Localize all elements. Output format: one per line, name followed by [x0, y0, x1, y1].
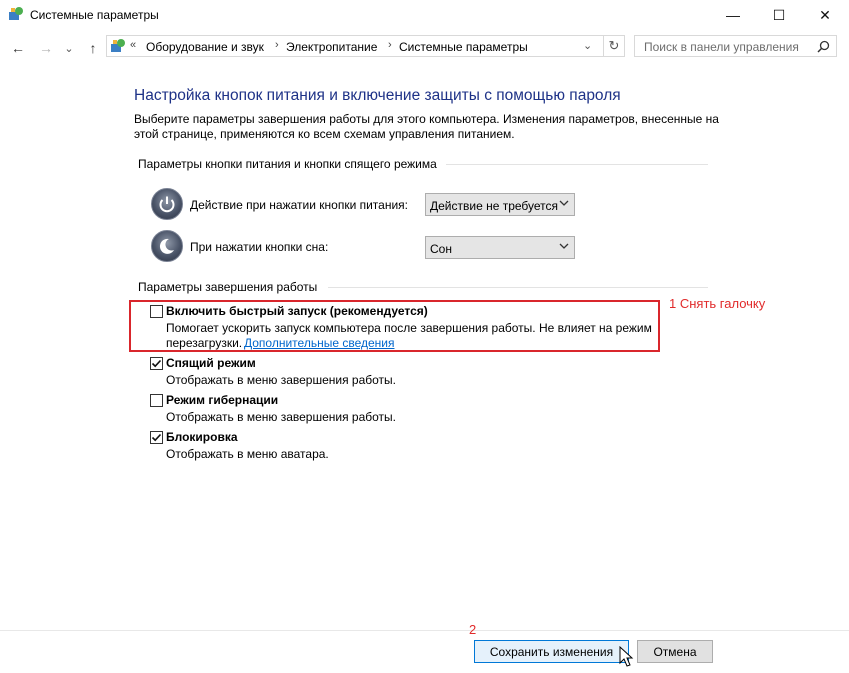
back-button[interactable]: ←	[8, 38, 28, 58]
shutdown-group-title: Параметры завершения работы	[138, 280, 318, 294]
refresh-button[interactable]: ↻	[604, 35, 625, 57]
page-title: Настройка кнопок питания и включение защ…	[134, 87, 621, 104]
hibernate-option-title: Режим гибернации	[166, 393, 279, 407]
chevron-right-icon: ›	[275, 39, 279, 51]
group-divider	[446, 164, 708, 165]
power-button-action-value: Действие не требуется	[430, 199, 559, 213]
up-button[interactable]: ↑	[84, 38, 102, 58]
save-changes-button[interactable]: Сохранить изменения	[474, 640, 629, 663]
fast-startup-checkbox[interactable]	[150, 305, 163, 318]
search-icon[interactable]	[817, 40, 830, 53]
minimize-button[interactable]: —	[710, 0, 756, 30]
sleep-button-label: При нажатии кнопки сна:	[190, 240, 329, 254]
maximize-button[interactable]: ☐	[756, 0, 802, 30]
forward-button[interactable]: →	[36, 38, 56, 58]
chevron-down-icon	[559, 200, 569, 206]
power-button-icon	[151, 188, 183, 220]
address-dropdown-icon[interactable]: ⌄	[583, 39, 592, 52]
power-button-action-select[interactable]: Действие не требуется	[425, 193, 575, 216]
minimize-icon: —	[726, 7, 740, 23]
cancel-button[interactable]: Отмена	[637, 640, 713, 663]
chevron-down-icon: ⌄	[64, 42, 74, 55]
lock-option-title: Блокировка	[166, 430, 238, 444]
power-group-title: Параметры кнопки питания и кнопки спящег…	[138, 157, 437, 171]
sleep-option-title: Спящий режим	[166, 356, 256, 370]
lock-checkbox[interactable]	[150, 431, 163, 444]
back-arrow-icon: ←	[11, 40, 25, 56]
fast-startup-description: Помогает ускорить запуск компьютера посл…	[166, 321, 652, 335]
refresh-icon: ↻	[608, 38, 620, 53]
forward-arrow-icon: →	[39, 40, 53, 56]
close-button[interactable]: ✕	[802, 0, 848, 30]
footer-divider	[0, 630, 849, 631]
fast-startup-title: Включить быстрый запуск (рекомендуется)	[166, 304, 428, 318]
breadcrumb-overflow[interactable]: «	[130, 39, 136, 51]
up-arrow-icon: ↑	[89, 40, 97, 56]
breadcrumb-power-options[interactable]: Электропитание	[286, 40, 377, 54]
save-changes-label: Сохранить изменения	[489, 644, 614, 659]
more-info-link[interactable]: Дополнительные сведения	[244, 336, 394, 351]
control-panel-icon	[111, 39, 125, 52]
group-divider	[328, 287, 708, 288]
control-panel-icon	[9, 7, 23, 20]
search-placeholder: Поиск в панели управления	[644, 40, 799, 54]
mouse-cursor-icon	[619, 646, 634, 667]
hibernate-option-description: Отображать в меню завершения работы.	[166, 410, 397, 424]
checkmark-icon	[151, 359, 162, 368]
cancel-label: Отмена	[653, 644, 697, 659]
title-bar: Системные параметры — ☐ ✕	[0, 0, 849, 30]
power-button-label: Действие при нажатии кнопки питания:	[190, 198, 409, 212]
close-icon: ✕	[819, 6, 831, 23]
sleep-checkbox[interactable]	[150, 357, 163, 370]
page-description: Выберите параметры завершения работы для…	[134, 112, 719, 141]
breadcrumb-system-settings[interactable]: Системные параметры	[399, 40, 528, 54]
window-title: Системные параметры	[30, 8, 159, 22]
recent-locations-button[interactable]: ⌄	[62, 38, 76, 58]
sleep-button-icon	[151, 230, 183, 262]
sleep-button-action-select[interactable]: Сон	[425, 236, 575, 259]
annotation-step2: 2	[469, 622, 477, 637]
annotation-step1: 1 Снять галочку	[669, 296, 766, 311]
sleep-option-description: Отображать в меню завершения работы.	[166, 373, 397, 387]
hibernate-checkbox[interactable]	[150, 394, 163, 407]
lock-option-description: Отображать в меню аватара.	[166, 447, 329, 461]
checkmark-icon	[151, 433, 162, 442]
sleep-button-action-value: Сон	[430, 242, 452, 256]
chevron-down-icon	[559, 243, 569, 249]
chevron-right-icon: ›	[388, 39, 392, 51]
breadcrumb-hardware-sound[interactable]: Оборудование и звук	[146, 40, 264, 54]
maximize-icon: ☐	[772, 6, 786, 23]
fast-startup-description-2: перезагрузки.	[166, 336, 243, 350]
